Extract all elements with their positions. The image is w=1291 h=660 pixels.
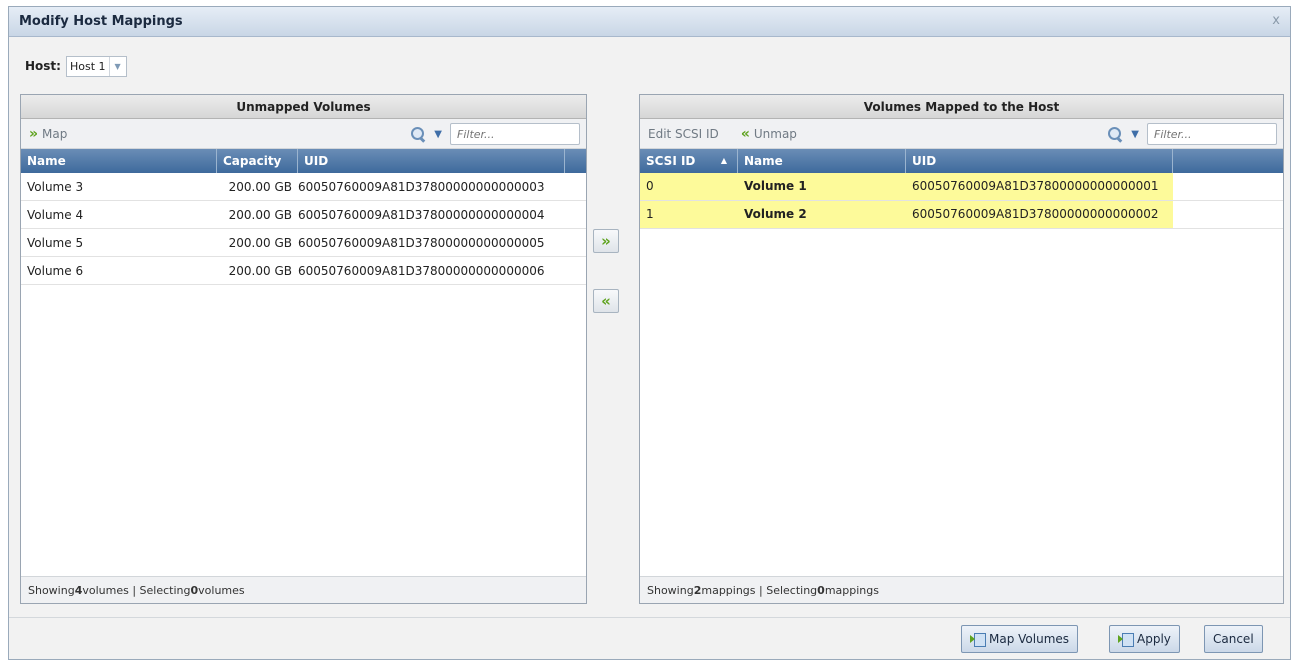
status-text: mappings | Selecting bbox=[701, 583, 818, 597]
cell-name: Volume 1 bbox=[738, 173, 906, 200]
apply-button[interactable]: Apply bbox=[1109, 625, 1180, 653]
cell-scsi-id: 0 bbox=[640, 173, 738, 200]
mapped-status-bar: Showing 2 mappings | Selecting 0 mapping… bbox=[640, 576, 1283, 603]
table-row[interactable]: Volume 3 200.00 GB 60050760009A81D378000… bbox=[21, 173, 586, 201]
mapped-table-header: SCSI ID ▲ Name UID bbox=[640, 149, 1283, 173]
cell-uid: 60050760009A81D37800000000000006 bbox=[298, 263, 545, 278]
unmap-button-label: Unmap bbox=[753, 126, 797, 141]
mapped-volumes-panel: Volumes Mapped to the Host Edit SCSI ID … bbox=[639, 94, 1284, 604]
cell-uid: 60050760009A81D37800000000000001 bbox=[906, 173, 1173, 200]
column-uid[interactable]: UID bbox=[298, 149, 565, 173]
status-count: 2 bbox=[693, 583, 702, 597]
dropdown-arrow-icon[interactable]: ▼ bbox=[434, 129, 442, 140]
cell-scsi-id: 1 bbox=[640, 201, 738, 228]
status-count: 0 bbox=[190, 583, 199, 597]
status-text: Showing bbox=[28, 583, 75, 597]
table-row[interactable]: Volume 5 200.00 GB 60050760009A81D378000… bbox=[21, 229, 586, 257]
mapped-volumes-title: Volumes Mapped to the Host bbox=[640, 95, 1283, 119]
table-row[interactable]: 1 Volume 2 60050760009A81D37800000000000… bbox=[640, 201, 1283, 229]
move-left-button[interactable]: « bbox=[593, 289, 619, 313]
map-volumes-label: Map Volumes bbox=[989, 632, 1070, 646]
status-text: Showing bbox=[647, 583, 694, 597]
column-name[interactable]: Name bbox=[738, 149, 906, 173]
status-count: 0 bbox=[817, 583, 825, 597]
unmapped-volumes-panel: Unmapped Volumes » Map ▼ Name Capacity U… bbox=[20, 94, 587, 604]
table-row[interactable]: 0 Volume 1 60050760009A81D37800000000000… bbox=[640, 173, 1283, 201]
cancel-button[interactable]: Cancel bbox=[1204, 625, 1263, 653]
cell-name: Volume 4 bbox=[27, 207, 84, 222]
close-icon[interactable]: x bbox=[1272, 13, 1280, 28]
column-spacer bbox=[1173, 149, 1283, 173]
map-button[interactable]: » Map bbox=[29, 126, 67, 142]
column-scsi-id-label: SCSI ID bbox=[646, 154, 696, 168]
cell-name: Volume 3 bbox=[27, 179, 84, 194]
cell-capacity: 200.00 GB bbox=[228, 263, 292, 278]
cell-uid: 60050760009A81D37800000000000004 bbox=[298, 207, 545, 222]
move-right-button[interactable]: » bbox=[593, 229, 619, 253]
chevron-down-icon[interactable]: ▼ bbox=[108, 56, 126, 76]
dropdown-arrow-icon[interactable]: ▼ bbox=[1131, 129, 1139, 140]
map-volume-icon bbox=[1118, 632, 1134, 647]
host-select[interactable]: Host 1 ▼ bbox=[65, 55, 127, 77]
edit-scsi-id-label: Edit SCSI ID bbox=[648, 126, 719, 141]
dialog-title: Modify Host Mappings bbox=[19, 14, 183, 29]
column-name[interactable]: Name bbox=[21, 149, 217, 173]
search-icon[interactable] bbox=[410, 126, 426, 142]
status-text: mappings bbox=[824, 583, 879, 597]
host-select-value: Host 1 bbox=[69, 59, 106, 73]
chevron-left-icon: « bbox=[740, 125, 750, 142]
search-icon[interactable] bbox=[1107, 126, 1123, 142]
unmapped-volumes-title: Unmapped Volumes bbox=[21, 95, 586, 119]
cell-name: Volume 2 bbox=[738, 201, 906, 228]
unmapped-filter-input[interactable] bbox=[450, 123, 580, 145]
host-label: Host: bbox=[25, 59, 61, 73]
cell-uid: 60050760009A81D37800000000000003 bbox=[298, 179, 545, 194]
map-volumes-button[interactable]: Map Volumes bbox=[961, 625, 1079, 653]
table-row[interactable]: Volume 6 200.00 GB 60050760009A81D378000… bbox=[21, 257, 586, 285]
column-uid[interactable]: UID bbox=[906, 149, 1173, 173]
status-text: volumes bbox=[198, 583, 245, 597]
table-row[interactable]: Volume 4 200.00 GB 60050760009A81D378000… bbox=[21, 201, 586, 229]
cell-name: Volume 6 bbox=[27, 263, 84, 278]
map-button-label: Map bbox=[42, 126, 68, 141]
unmapped-toolbar: » Map ▼ bbox=[21, 119, 586, 149]
cell-capacity: 200.00 GB bbox=[228, 179, 292, 194]
modify-host-mappings-dialog: Modify Host Mappings x Host: Host 1 ▼ Un… bbox=[8, 6, 1291, 660]
sort-ascending-icon: ▲ bbox=[720, 156, 727, 165]
mapped-toolbar: Edit SCSI ID « Unmap ▼ bbox=[640, 119, 1283, 149]
unmapped-table-header: Name Capacity UID bbox=[21, 149, 586, 173]
apply-label: Apply bbox=[1137, 632, 1171, 646]
unmapped-status-bar: Showing 4 volumes | Selecting 0 volumes bbox=[21, 576, 586, 603]
map-volume-icon bbox=[970, 632, 986, 647]
column-scsi-id[interactable]: SCSI ID ▲ bbox=[640, 149, 738, 173]
footer-divider bbox=[9, 617, 1290, 618]
column-spacer bbox=[565, 149, 586, 173]
edit-scsi-id-button[interactable]: Edit SCSI ID bbox=[648, 127, 719, 141]
mapped-filter-input[interactable] bbox=[1147, 123, 1277, 145]
mapped-table-body: 0 Volume 1 60050760009A81D37800000000000… bbox=[640, 173, 1283, 229]
unmap-button[interactable]: « Unmap bbox=[741, 126, 797, 142]
status-text: volumes | Selecting bbox=[82, 583, 191, 597]
cell-name: Volume 5 bbox=[27, 235, 84, 250]
cancel-label: Cancel bbox=[1213, 632, 1254, 646]
chevron-left-icon: « bbox=[601, 292, 611, 310]
chevron-right-icon: » bbox=[601, 232, 611, 250]
column-capacity[interactable]: Capacity bbox=[217, 149, 298, 173]
cell-capacity: 200.00 GB bbox=[228, 207, 292, 222]
dialog-titlebar: Modify Host Mappings x bbox=[9, 7, 1290, 37]
unmapped-table-body: Volume 3 200.00 GB 60050760009A81D378000… bbox=[21, 173, 586, 285]
chevron-right-icon: » bbox=[29, 125, 39, 142]
status-count: 4 bbox=[74, 583, 83, 597]
cell-capacity: 200.00 GB bbox=[228, 235, 292, 250]
cell-uid: 60050760009A81D37800000000000005 bbox=[298, 235, 545, 250]
host-row: Host: Host 1 ▼ bbox=[25, 55, 127, 77]
cell-uid: 60050760009A81D37800000000000002 bbox=[906, 201, 1173, 228]
